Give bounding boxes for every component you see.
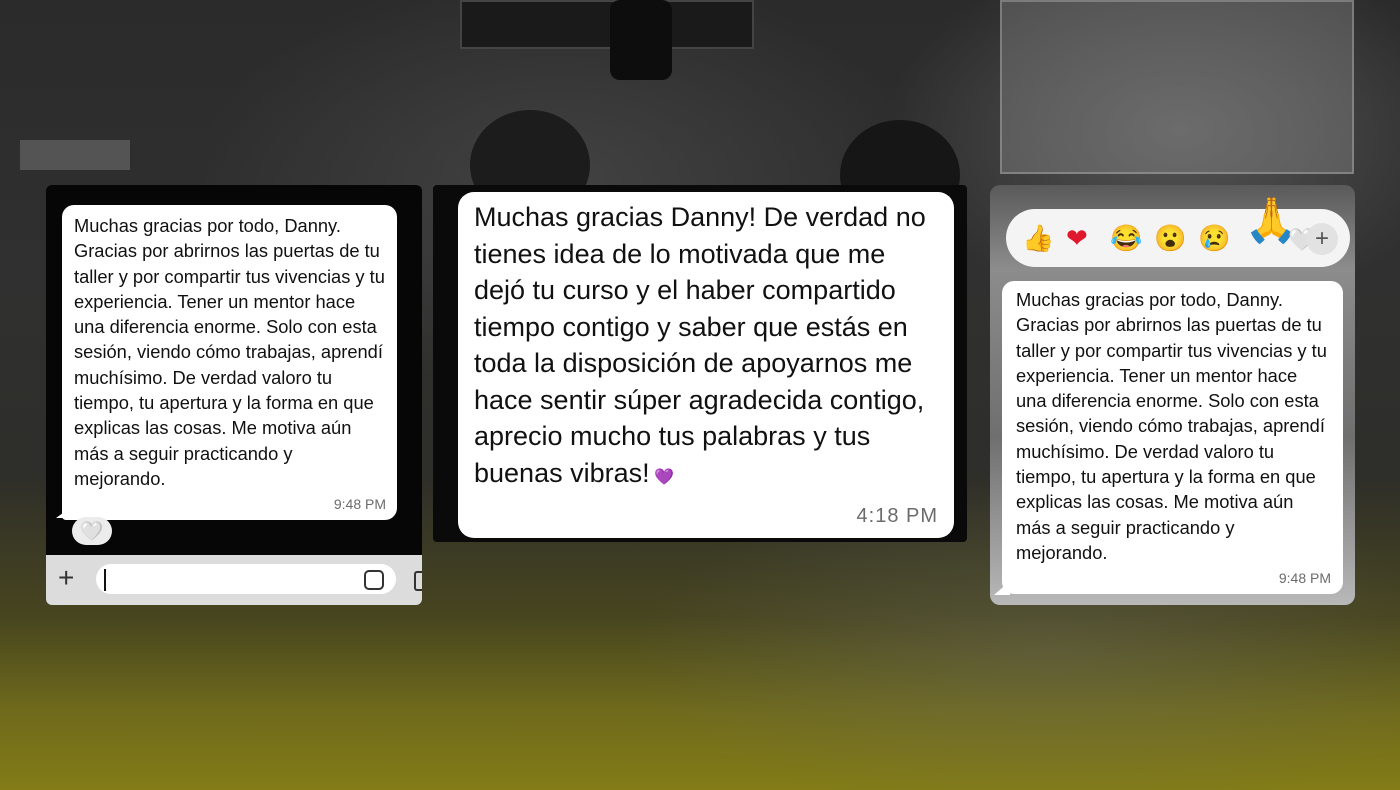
message-bubble[interactable]: Muchas gracias por todo, Danny. Gracias … [1002,281,1343,594]
message-time: 9:48 PM [1278,570,1331,586]
reaction-picker: 👍 ❤ 😂 😮 😢 🙏 🤍 + [1006,197,1350,267]
plus-icon[interactable]: + [58,563,74,593]
message-bubble[interactable]: Muchas gracias Danny! De verdad no tiene… [458,192,954,538]
message-bubble[interactable]: Muchas gracias por todo, Danny. Gracias … [62,205,397,520]
camera-icon[interactable] [414,571,422,591]
message-input[interactable] [96,564,396,594]
background-phone [610,0,672,80]
thumbs-up-icon[interactable]: 👍 [1022,223,1054,253]
white-heart-icon: 🤍 [80,520,104,541]
reaction-chip[interactable]: 🤍 [72,517,112,545]
background-window [1000,0,1354,174]
message-time: 4:18 PM [856,505,938,527]
heart-icon[interactable]: ❤ [1066,223,1088,253]
purple-heart-icon: 💜 [654,468,674,486]
message-time: 9:48 PM [333,496,386,512]
background-sign [20,140,130,170]
sticker-icon[interactable] [364,570,384,590]
message-text: Muchas gracias por todo, Danny. Gracias … [74,215,385,489]
text-caret [104,569,106,591]
more-reactions-button[interactable]: + [1306,223,1338,255]
message-composer: + [46,555,422,605]
message-text: Muchas gracias por todo, Danny. Gracias … [1016,289,1327,563]
message-text: Muchas gracias Danny! De verdad no tiene… [474,202,926,488]
center-chat-screenshot: Muchas gracias Danny! De verdad no tiene… [433,185,967,542]
left-chat-screenshot: Muchas gracias por todo, Danny. Gracias … [46,185,422,605]
surprised-face-icon[interactable]: 😮 [1154,223,1186,253]
bubble-tail [56,508,70,518]
crying-face-icon[interactable]: 😢 [1198,223,1230,253]
laughing-face-icon[interactable]: 😂 [1110,223,1142,253]
right-chat-screenshot: 👍 ❤ 😂 😮 😢 🙏 🤍 + Muchas gracias por todo,… [990,185,1355,605]
background-board [460,0,754,49]
